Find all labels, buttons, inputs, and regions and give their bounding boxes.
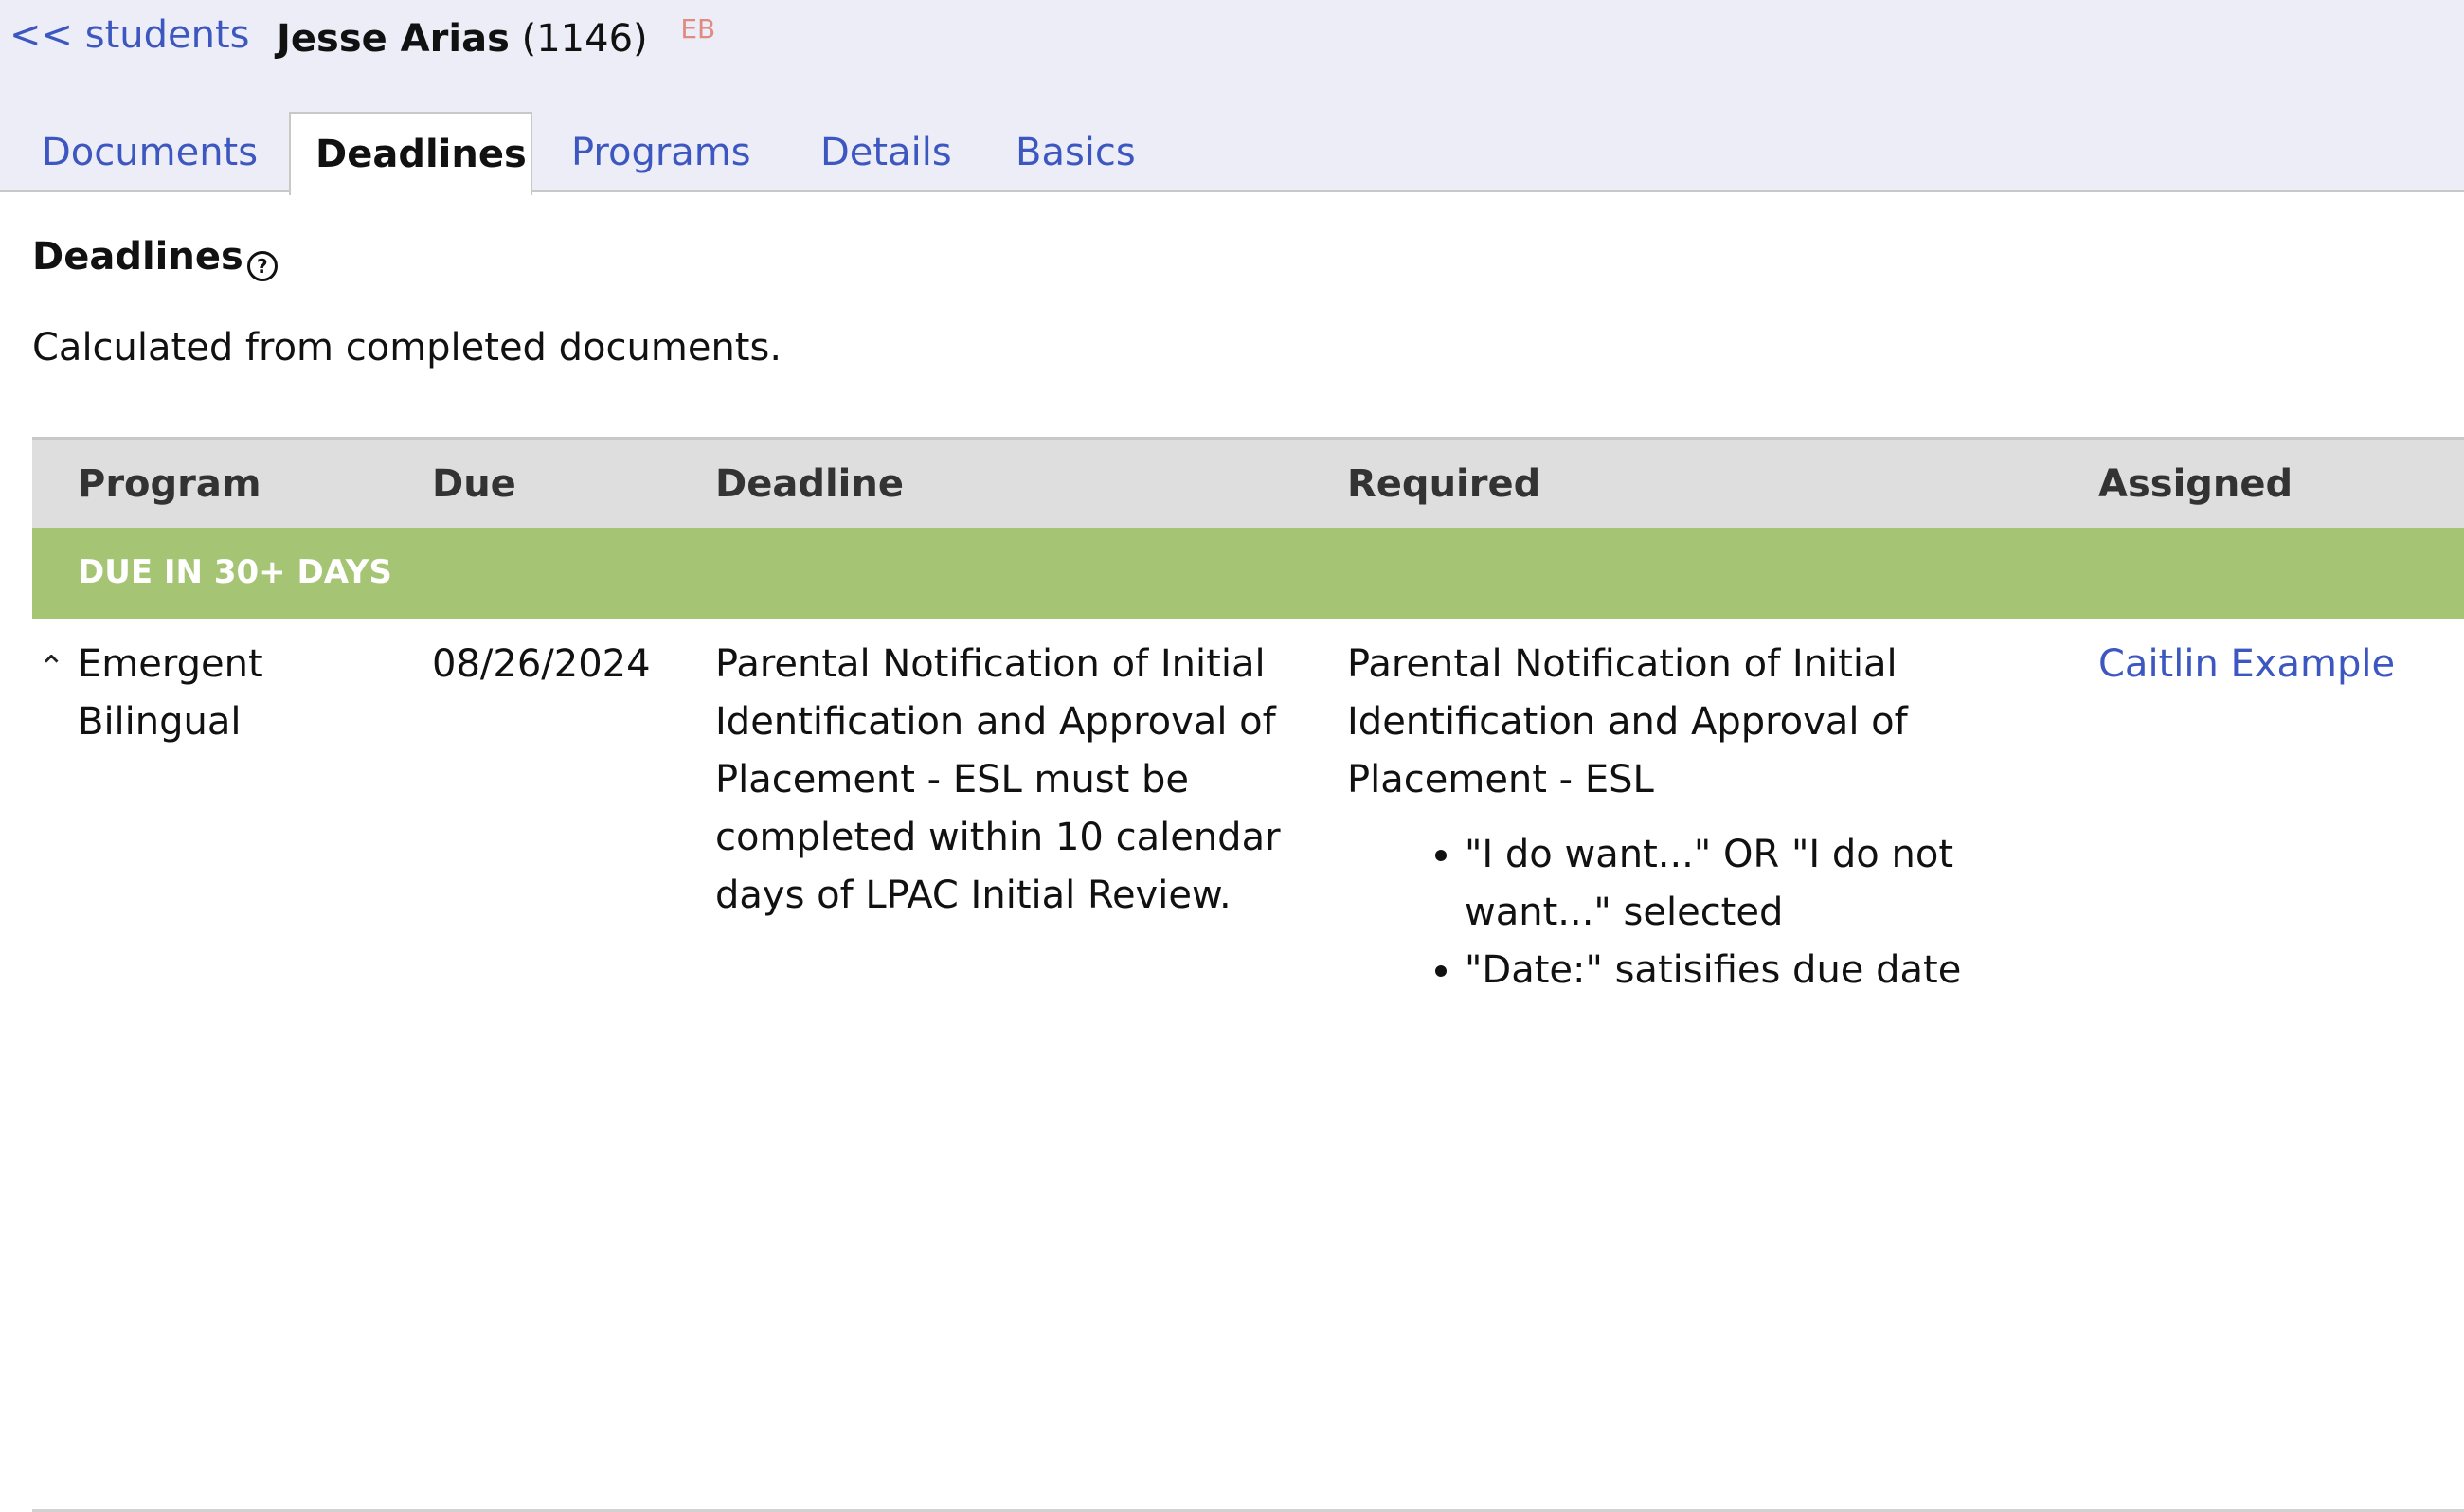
student-header: << students Jesse Arias (1146) EB Docume…	[0, 0, 2464, 195]
cell-deadline: Parental Notification of Initial Identif…	[715, 642, 1281, 917]
cell-required: Parental Notification of Initial Identif…	[1347, 636, 1972, 999]
back-to-students-link[interactable]: << students	[9, 13, 250, 57]
group-row-due-30-plus: DUE IN 30+ DAYS	[32, 528, 2464, 619]
student-id: (1146)	[521, 17, 648, 61]
table-header: Program Due Deadline Required Assigned	[32, 437, 2464, 528]
student-name: Jesse Arias	[277, 17, 510, 61]
column-header-deadline[interactable]: Deadline	[715, 462, 904, 506]
tab-basics[interactable]: Basics	[1016, 112, 1136, 193]
required-document-title: Parental Notification of Initial Identif…	[1347, 642, 1908, 801]
chevron-up-icon[interactable]: ⌃	[38, 639, 65, 697]
column-header-program[interactable]: Program	[78, 462, 261, 506]
section-description: Calculated from completed documents.	[32, 326, 782, 369]
student-title: Jesse Arias (1146) EB	[277, 13, 715, 61]
tab-programs[interactable]: Programs	[571, 112, 751, 193]
cell-assigned: Caitlin Example	[2098, 636, 2458, 693]
assigned-user-link[interactable]: Caitlin Example	[2098, 642, 2395, 686]
cell-due-date: 08/26/2024	[432, 642, 651, 686]
group-label: DUE IN 30+ DAYS	[78, 553, 392, 591]
cell-program: Emergent Bilingual	[78, 642, 263, 744]
list-item: "I do want..." OR "I do not want..." sel…	[1465, 826, 1972, 942]
tab-deadlines[interactable]: Deadlines	[289, 112, 532, 195]
column-header-required[interactable]: Required	[1347, 462, 1540, 506]
tab-documents[interactable]: Documents	[42, 112, 258, 193]
question-circle-icon[interactable]: ?	[246, 251, 278, 281]
table-row: ⌃ Emergent Bilingual 08/26/2024 Parental…	[32, 619, 2464, 1512]
column-header-assigned[interactable]: Assigned	[2098, 462, 2293, 506]
required-criteria-list: "I do want..." OR "I do not want..." sel…	[1347, 826, 1972, 999]
column-header-due[interactable]: Due	[432, 462, 516, 506]
section-title: Deadlines?	[32, 235, 278, 281]
section-heading-text: Deadlines	[32, 235, 243, 279]
list-item: "Date:" satisifies due date	[1465, 942, 1972, 999]
student-status-badge: EB	[680, 13, 716, 45]
tab-details[interactable]: Details	[820, 112, 952, 193]
